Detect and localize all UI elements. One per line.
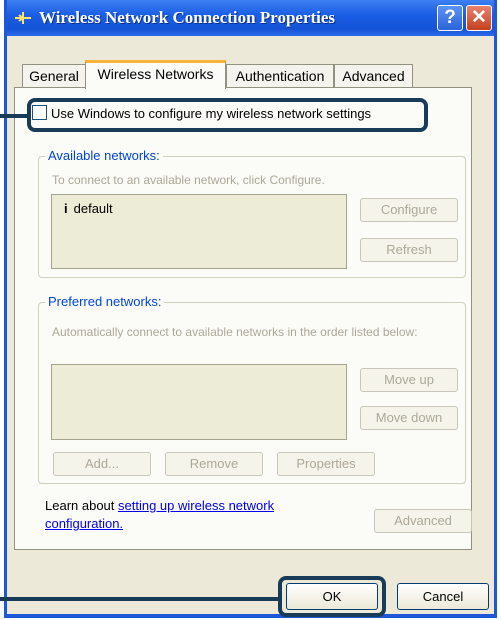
properties-button[interactable]: Properties: [277, 452, 375, 476]
wireless-network-icon: [15, 12, 31, 24]
refresh-button[interactable]: Refresh: [360, 238, 458, 262]
move-up-button[interactable]: Move up: [360, 368, 458, 392]
available-networks-list[interactable]: i default: [51, 194, 347, 269]
tab-authentication[interactable]: Authentication: [226, 64, 334, 88]
callout-leader-line: [0, 114, 28, 118]
network-name: default: [73, 201, 113, 216]
learn-more-text: Learn about setting up wireless network …: [45, 497, 315, 533]
network-info-icon: i: [64, 201, 68, 216]
preferred-networks-list[interactable]: [51, 364, 347, 440]
window-title: Wireless Network Connection Properties: [39, 8, 336, 27]
callout-checkbox-highlight: [27, 98, 428, 132]
remove-button[interactable]: Remove: [165, 452, 263, 476]
preferred-networks-legend: Preferred networks:: [45, 294, 165, 309]
move-down-button[interactable]: Move down: [360, 406, 458, 430]
preferred-networks-hint: Automatically connect to available netwo…: [52, 325, 418, 339]
help-button[interactable]: ?: [437, 5, 463, 31]
tab-wireless-networks[interactable]: Wireless Networks: [85, 60, 226, 89]
configure-button[interactable]: Configure: [360, 198, 458, 222]
callout-ok-highlight: [278, 576, 386, 617]
available-networks-legend: Available networks:: [45, 148, 163, 163]
tab-advanced[interactable]: Advanced: [334, 64, 413, 88]
list-item[interactable]: i default: [64, 201, 113, 216]
available-networks-hint: To connect to an available network, clic…: [52, 173, 325, 187]
tab-general[interactable]: General: [22, 64, 86, 88]
cancel-button[interactable]: Cancel: [397, 583, 489, 610]
learn-more-prefix: Learn about: [45, 498, 119, 513]
title-bar[interactable]: Wireless Network Connection Properties ?…: [7, 0, 494, 36]
advanced-button[interactable]: Advanced: [374, 509, 472, 533]
callout-ok-leader-line: [0, 597, 279, 601]
close-button[interactable]: ✕: [466, 5, 492, 31]
add-button[interactable]: Add...: [53, 452, 151, 476]
